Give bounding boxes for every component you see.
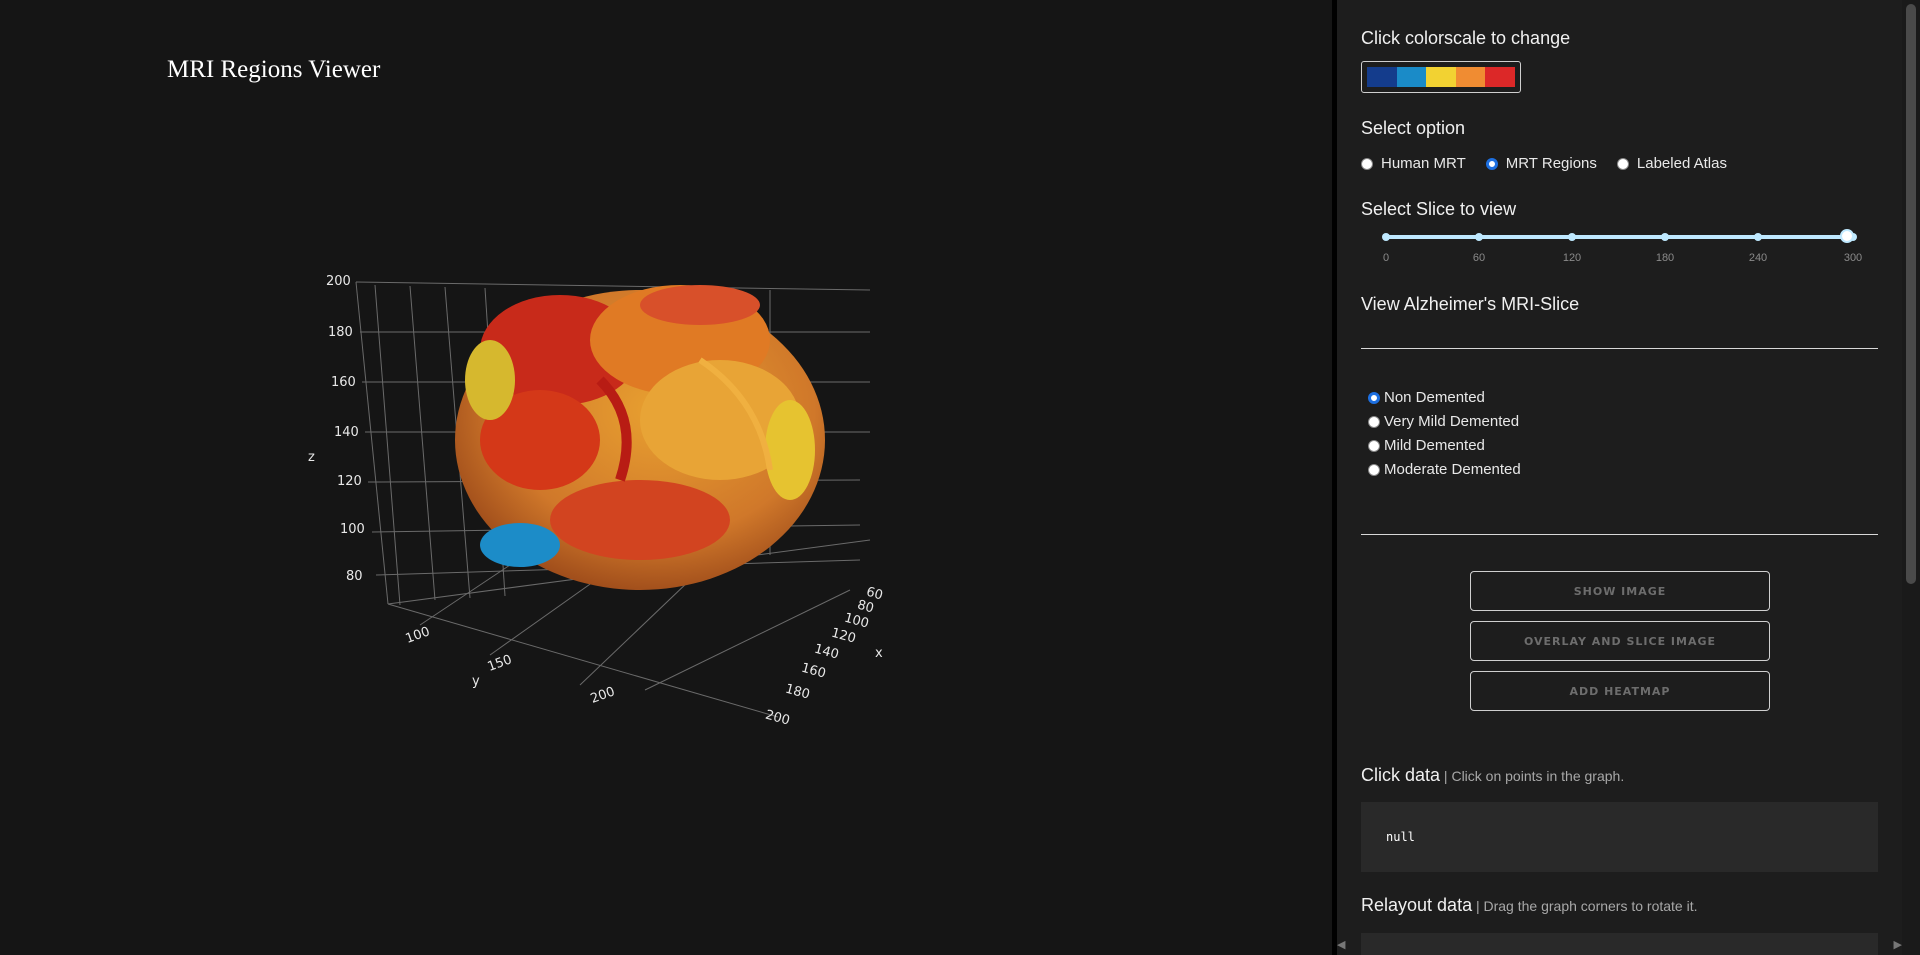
slider-mark-label: 120 [1562, 252, 1582, 264]
colorscale-swatch [1455, 67, 1486, 87]
relayout-data-hint: Drag the graph corners to rotate it. [1483, 898, 1698, 914]
divider-line [1361, 348, 1878, 349]
option-label: MRT Regions [1505, 155, 1597, 172]
slider-mark-dot [1661, 233, 1669, 241]
dementia-label: Very Mild Demented [1384, 413, 1520, 430]
click-data-title: Click data [1361, 765, 1441, 785]
z-tick-label: 80 [346, 569, 363, 584]
option-label: Human MRT [1381, 155, 1466, 172]
z-tick-label: 100 [340, 522, 365, 537]
overlay-slice-button[interactable]: OVERLAY AND SLICE IMAGE [1470, 621, 1770, 661]
dementia-label: Non Demented [1384, 389, 1485, 406]
scrollbar-thumb[interactable] [1906, 4, 1916, 584]
controls-panel: Click colorscale to change Select option… [1337, 0, 1902, 955]
panel-scrollbar[interactable] [1902, 0, 1920, 955]
click-data-hint: Click on points in the graph. [1451, 768, 1625, 784]
dementia-label: Mild Demented [1384, 437, 1485, 454]
select-option-label: Select option [1361, 118, 1466, 138]
graph-pane: MRI Regions Viewer 200 180 160 140 120 1… [0, 0, 1332, 955]
option-human-mrt[interactable]: Human MRT [1361, 155, 1466, 172]
radio-button[interactable] [1616, 157, 1629, 170]
x-tick-label: 160 [800, 661, 828, 682]
y-tick-label: 200 [589, 684, 617, 707]
dementia-option[interactable]: Very Mild Demented [1368, 413, 1519, 430]
slice-label: Select Slice to view [1361, 199, 1517, 219]
relayout-data-title: Relayout data [1361, 895, 1473, 915]
colorscale-swatch [1426, 67, 1456, 87]
slider-mark-label: 60 [1472, 252, 1486, 264]
x-axis-title: x [875, 646, 883, 661]
colorscale-label: Click colorscale to change [1361, 28, 1571, 48]
relayout-data-heading: Relayout data | Drag the graph corners t… [1361, 895, 1698, 916]
dementia-option[interactable]: Non Demented [1368, 389, 1485, 406]
scroll-left-icon[interactable]: ◀ [1337, 938, 1345, 955]
dementia-label: Moderate Demented [1384, 461, 1521, 478]
radio-button[interactable] [1368, 391, 1380, 404]
slider-mark-label: 0 [1382, 252, 1390, 264]
slider-mark-label: 300 [1843, 252, 1863, 264]
radio-button[interactable] [1485, 157, 1498, 170]
slice-slider-handle[interactable] [1840, 229, 1854, 243]
separator: | [1440, 768, 1452, 784]
alzheimer-label: View Alzheimer's MRI-Slice [1361, 294, 1580, 314]
z-tick-label: 160 [331, 375, 356, 390]
slider-mark-dot [1754, 233, 1762, 241]
z-tick-label: 120 [337, 474, 362, 489]
y-tick-label: 150 [486, 652, 514, 675]
z-tick-label: 140 [334, 425, 359, 440]
dementia-option[interactable]: Moderate Demented [1368, 461, 1521, 478]
y-tick-label: 100 [404, 624, 432, 647]
horizontal-scrollbar[interactable]: ◀ ▶ [1337, 938, 1902, 955]
colorscale-swatch [1485, 67, 1515, 87]
slice-slider-track[interactable] [1385, 235, 1855, 239]
z-tick-label: 180 [328, 325, 353, 340]
slider-mark-label: 180 [1655, 252, 1675, 264]
option-label: Labeled Atlas [1636, 155, 1727, 172]
dementia-option[interactable]: Mild Demented [1368, 437, 1485, 454]
radio-button[interactable] [1368, 439, 1380, 452]
slider-mark-dot [1382, 233, 1390, 241]
show-image-button[interactable]: SHOW IMAGE [1470, 571, 1770, 611]
option-radio-group: Human MRT MRT Regions Labeled Atlas [1361, 155, 1727, 172]
slider-mark-label: 240 [1748, 252, 1768, 264]
radio-button[interactable] [1368, 415, 1380, 428]
option-mrt-regions[interactable]: MRT Regions [1485, 155, 1597, 172]
z-tick-label: 200 [326, 274, 351, 289]
slider-mark-dot [1568, 233, 1576, 241]
radio-button[interactable] [1368, 463, 1380, 476]
separator: | [1472, 898, 1484, 914]
z-axis-title: z [308, 450, 315, 465]
x-tick-label: 180 [784, 682, 812, 703]
option-labeled-atlas[interactable]: Labeled Atlas [1616, 155, 1727, 172]
x-tick-label: 200 [764, 708, 792, 729]
y-axis-title: y [472, 674, 480, 689]
click-data-heading: Click data | Click on points in the grap… [1361, 765, 1624, 786]
x-tick-label: 120 [830, 626, 858, 647]
colorscale-picker[interactable] [1361, 61, 1521, 93]
colorscale-swatch [1396, 67, 1427, 87]
radio-button[interactable] [1361, 157, 1373, 170]
scroll-right-icon[interactable]: ▶ [1894, 938, 1902, 955]
colorscale-swatch [1367, 67, 1397, 87]
brain-3d-graph[interactable]: 200 180 160 140 120 100 80 z 100 150 200… [0, 0, 1332, 955]
add-heatmap-button[interactable]: ADD HEATMAP [1470, 671, 1770, 711]
slider-mark-dot [1475, 233, 1483, 241]
divider-line [1361, 534, 1878, 535]
x-tick-label: 140 [813, 642, 841, 663]
click-data-output: null [1361, 802, 1878, 872]
